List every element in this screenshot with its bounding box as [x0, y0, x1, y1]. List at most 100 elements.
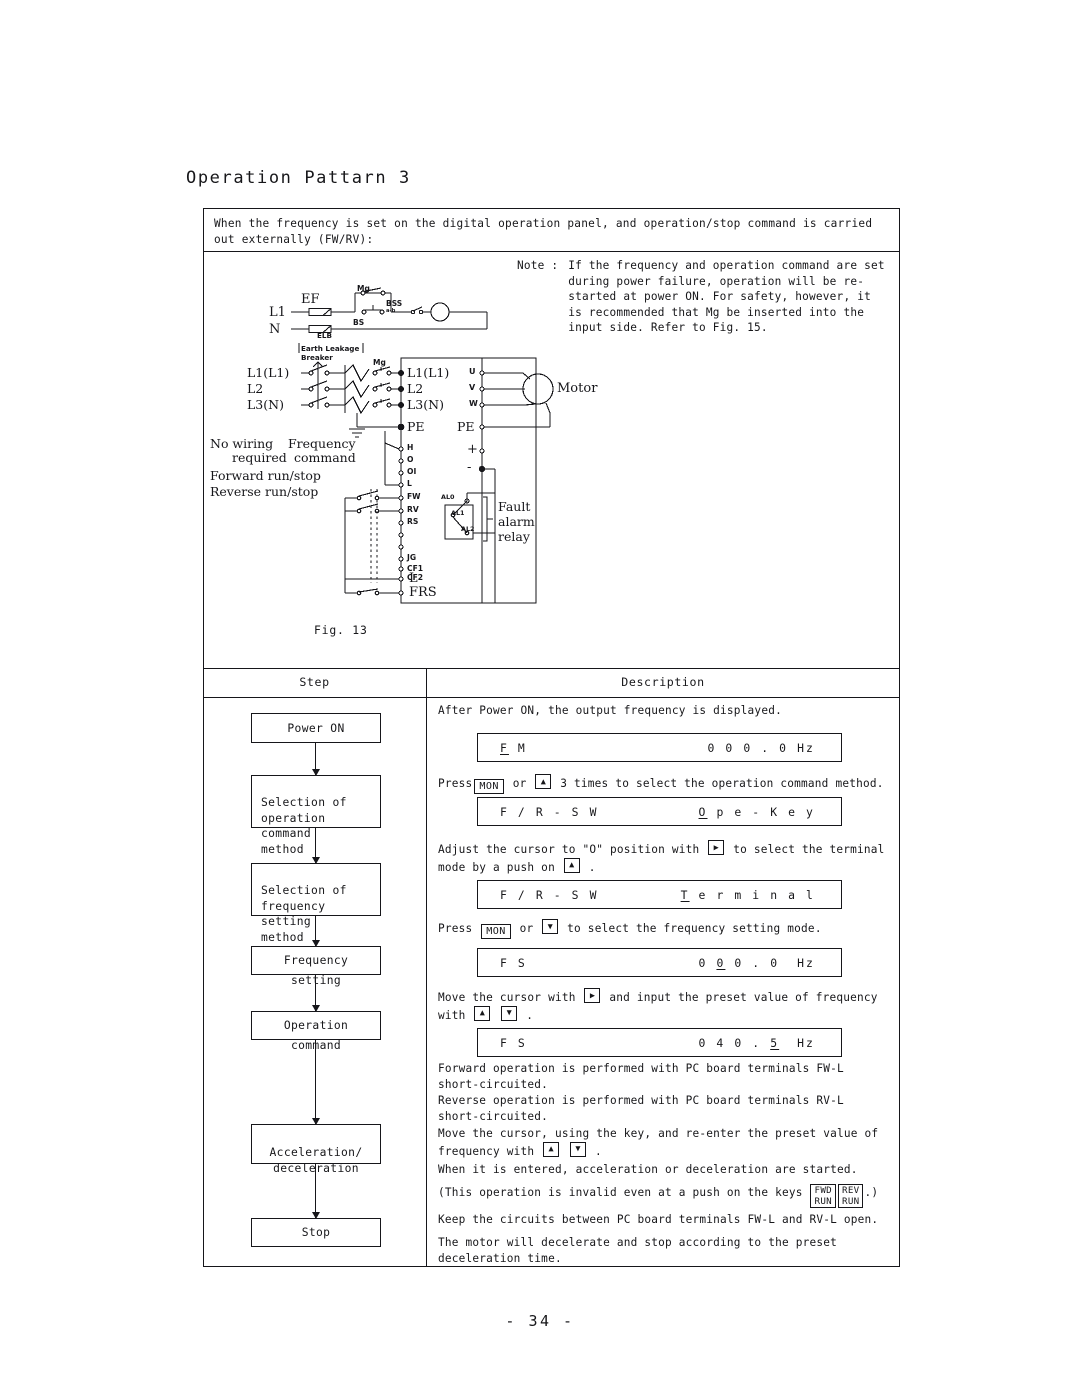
key-arrow-up[interactable]: ▲ [543, 1141, 560, 1157]
source-l2: L2 [247, 381, 264, 396]
description-motor-decelerate: The motor will decelerate and stop accor… [438, 1236, 837, 1265]
arrow-up-icon: ▲ [540, 776, 547, 787]
lcd-left-text: F / R - S W [500, 887, 599, 902]
flow-step-acceleration[interactable]: Acceleration/ deceleration [251, 1124, 381, 1175]
arrow-down-icon: ▼ [547, 921, 553, 932]
flow-step-frequency-setting[interactable]: Frequency setting [251, 946, 381, 987]
flow-arrow-2 [311, 828, 320, 864]
desc-text: with [438, 1008, 466, 1022]
terminal-al0: AL0 [441, 493, 455, 501]
terminal-pe-left: PE [407, 419, 425, 434]
description-reverse-operation: Reverse operation is performed with PC b… [438, 1094, 844, 1123]
flow-step-stop[interactable]: Stop [251, 1218, 381, 1247]
figure-caption: Fig. 13 [314, 623, 368, 637]
lcd-cursor-char: T [680, 887, 690, 902]
intro-text: When the frequency is set on the digital… [214, 217, 873, 246]
description-keep-circuits-open: Keep the circuits between PC board termi… [438, 1213, 879, 1226]
desc-text: mode by a push on [438, 860, 555, 874]
table-header-step: Step [299, 675, 330, 689]
arrow-up-icon: ▲ [479, 1007, 486, 1018]
desc-text: and input the preset value of frequency [609, 991, 878, 1004]
key-arrow-up[interactable]: ▲ [563, 857, 580, 873]
desc-text: frequency with [438, 1144, 535, 1158]
flow-step-label: Power ON [287, 722, 345, 735]
arrow-right-icon: ▶ [589, 990, 596, 1001]
lcd-left-text: F M [500, 740, 527, 755]
description-invalid-keys: (This operation is invalid even at a pus… [438, 1184, 908, 1209]
desc-text: .) [864, 1186, 879, 1200]
terminal-l-control: L [407, 479, 412, 488]
key-fwd-run[interactable]: FWD RUN [810, 1184, 836, 1209]
key-mon[interactable]: MON [481, 924, 511, 939]
desc-text: Press [438, 777, 473, 790]
key-arrow-up[interactable]: ▲ [535, 774, 552, 789]
terminal-jg: JG [407, 553, 417, 562]
desc-text: . [594, 1144, 602, 1158]
terminal-al2: AL2 [461, 525, 475, 533]
flow-step-label: Stop [301, 1226, 331, 1239]
key-arrow-up[interactable]: ▲ [474, 1005, 491, 1021]
lcd-cursor-char: F [500, 740, 509, 755]
label-no-wiring-1: No wiring [210, 436, 274, 451]
terminal-w: W [469, 399, 478, 408]
description-acceleration-started: When it is entered, acceleration or dece… [438, 1163, 858, 1176]
description-move-cursor-reenter: Move the cursor, using the key, and re-e… [438, 1126, 908, 1159]
label-fault-alarm-relay-3: relay [498, 529, 530, 544]
desc-text: Move the cursor with [438, 991, 576, 1004]
lcd-right-text: 0 0 0 . 0 Hz [698, 955, 815, 970]
desc-text: 3 times to select the operation command … [560, 777, 884, 790]
key-fwd-run-line1: FWD [814, 1185, 832, 1196]
terminal-l2: L2 [407, 381, 424, 396]
description-forward-operation: Forward operation is performed with PC b… [438, 1062, 844, 1091]
desc-text: Press [438, 922, 473, 935]
label-frequency-1: Frequency [288, 436, 356, 451]
lcd-display-fs-040: F S 0 4 0 . 5 Hz [477, 1028, 842, 1057]
flow-step-power-on[interactable]: Power ON [251, 713, 381, 743]
label-motor: Motor [557, 381, 598, 396]
flow-arrow-1 [311, 743, 320, 776]
terminal-rv: RV [407, 505, 419, 514]
label-mg-contactor: Mg [373, 358, 386, 367]
key-arrow-down[interactable]: ▼ [570, 1141, 587, 1157]
terminal-h: H [407, 443, 414, 452]
flow-step-label: Acceleration/ deceleration [269, 1146, 363, 1175]
label-frequency-2: command [294, 450, 356, 465]
terminal-frs: FRS [409, 585, 437, 600]
terminal-fw: FW [407, 492, 421, 501]
lcd-display-frsw-terminal: F / R - S W T e r m i n a l [477, 880, 842, 909]
terminal-v: V [469, 383, 476, 392]
description-adjust-cursor: Adjust the cursor to "O" position with ▶… [438, 840, 906, 875]
wiring-diagram: L1 N EF Mg BS BSS a-b ELB Earth Leakage … [205, 253, 898, 661]
lcd-right-text: 0 0 0 . 0 Hz [707, 740, 815, 755]
label-reverse-run: Reverse run/stop [210, 484, 319, 499]
desc-text: . [526, 1008, 534, 1022]
table-column-divider [426, 668, 427, 1267]
key-arrow-down[interactable]: ▼ [542, 919, 559, 934]
lcd-right-text: T e r m i n a l [680, 887, 815, 902]
table-header-description: Description [621, 675, 705, 689]
key-rev-run[interactable]: REV RUN [837, 1184, 864, 1209]
arrow-down-icon: ▼ [575, 1143, 581, 1154]
key-arrow-right[interactable]: ▶ [708, 840, 725, 855]
flow-arrow-6 [311, 1164, 320, 1219]
flow-step-selection-operation[interactable]: Selection of operation command method [251, 775, 381, 856]
page-number: - 34 - [505, 1312, 575, 1330]
key-arrow-right[interactable]: ▶ [584, 988, 601, 1003]
desc-text: or [519, 922, 534, 935]
lcd-cursor-char: 0 [716, 955, 726, 970]
key-mon[interactable]: MON [474, 779, 504, 794]
source-l3n: L3(N) [247, 397, 284, 412]
desc-text: Move the cursor, using the key, and re-e… [438, 1127, 879, 1140]
key-rev-run-line1: REV [841, 1185, 860, 1196]
flow-step-label: Frequency setting [283, 954, 349, 987]
terminal-oi: OI [407, 467, 417, 476]
flow-step-selection-frequency[interactable]: Selection of frequency setting method [251, 863, 381, 944]
desc-text: Adjust the cursor to "O" position with [438, 843, 700, 856]
flow-step-operation-command[interactable]: Operation command [251, 1011, 381, 1052]
key-arrow-down[interactable]: ▼ [501, 1005, 518, 1021]
lcd-left-text: F S [500, 955, 527, 970]
desc-text: (This operation is invalid even at a pus… [438, 1186, 803, 1200]
description-press-mon-frequency-mode: Press MON or ▼ to select the frequency s… [438, 919, 898, 939]
lcd-cursor-char: O [698, 804, 708, 819]
label-forward-run: Forward run/stop [210, 468, 321, 483]
